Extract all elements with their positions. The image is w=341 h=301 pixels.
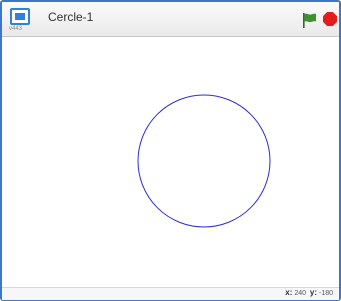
y-label: y: <box>309 288 318 297</box>
status-bar: x: 240 y: -180 <box>2 287 339 300</box>
version-label: v443 <box>9 26 23 32</box>
x-label: x: <box>285 288 293 297</box>
pen-drawing <box>137 94 271 228</box>
y-value: -180 <box>318 290 333 297</box>
project-title: Cercle-1 <box>48 10 94 24</box>
stage-canvas[interactable] <box>2 37 339 287</box>
x-value: 240 <box>294 290 307 297</box>
stage-window: v443 Cercle-1 x: 240 y: -180 <box>0 0 341 301</box>
mouse-coordinates: x: 240 y: -180 <box>285 288 333 297</box>
drawn-circle <box>137 94 271 228</box>
green-flag-icon[interactable] <box>301 12 317 28</box>
stop-sign-icon[interactable] <box>323 12 337 26</box>
fullscreen-icon[interactable] <box>10 8 30 26</box>
title-bar: v443 Cercle-1 <box>2 2 339 37</box>
